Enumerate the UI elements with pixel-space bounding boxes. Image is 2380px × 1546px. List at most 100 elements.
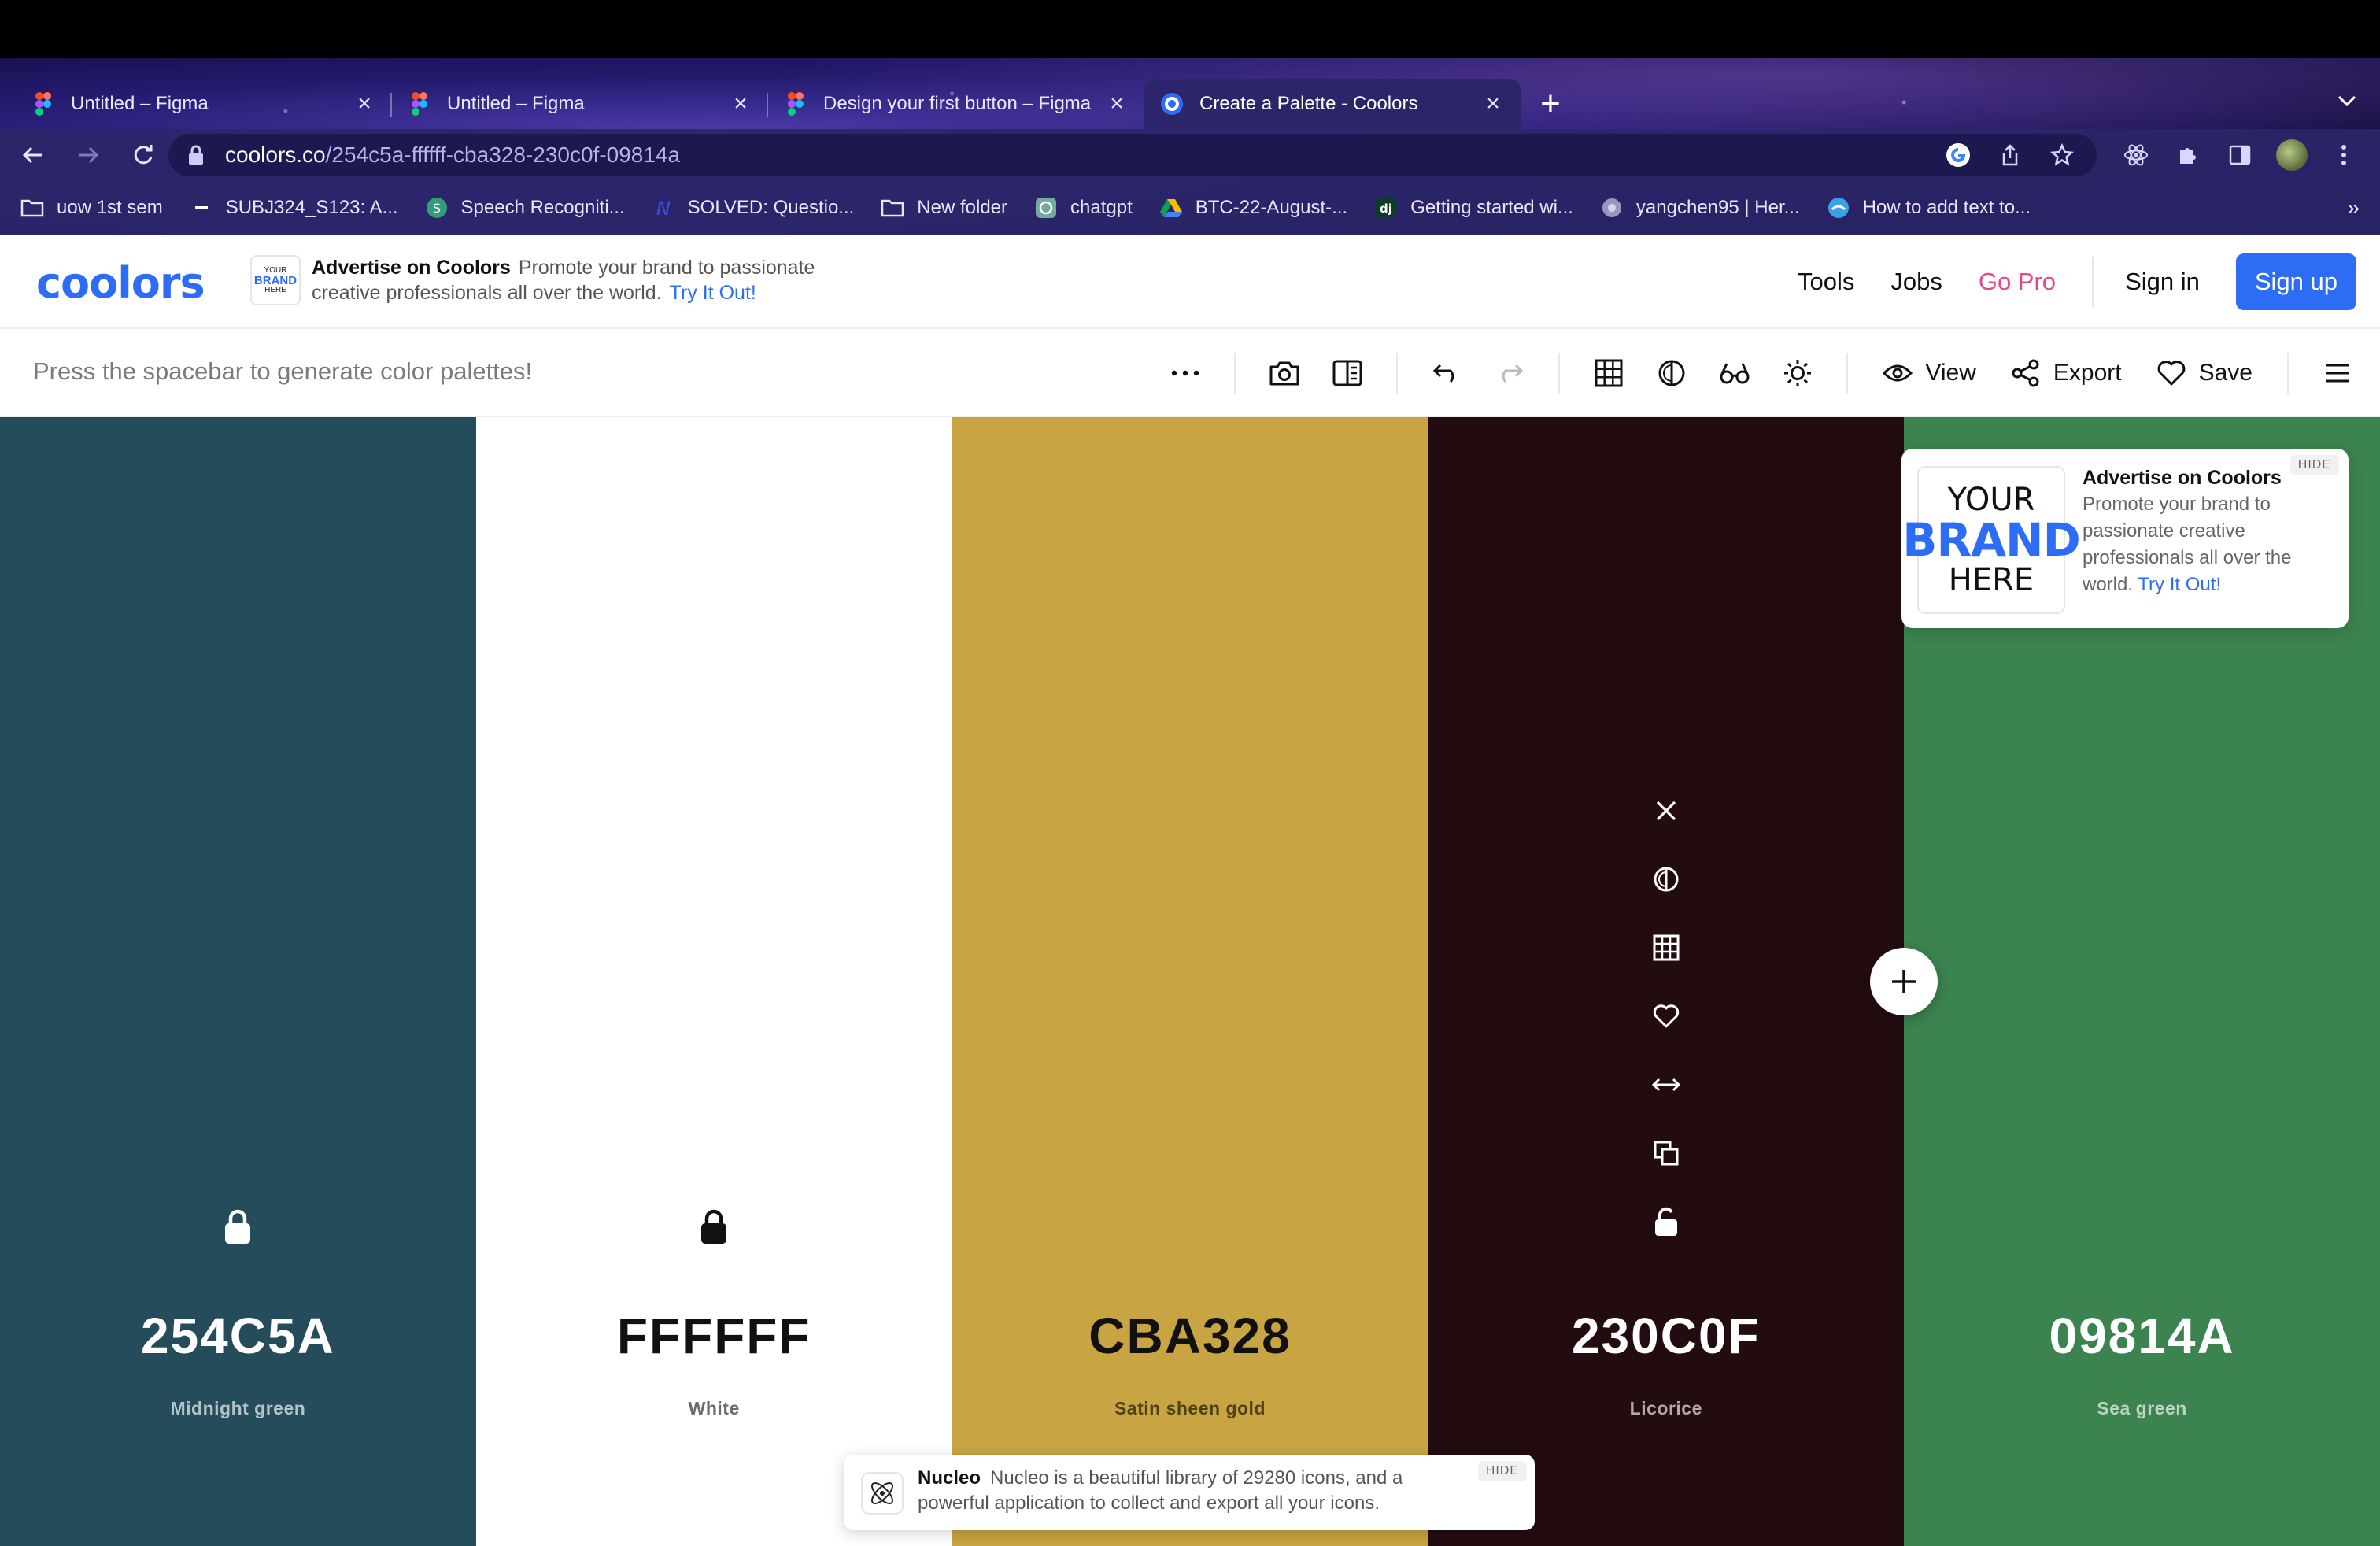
glasses-icon[interactable] — [1703, 342, 1766, 405]
view-button[interactable]: View — [1865, 342, 1993, 405]
site-header: coolors YOUR BRAND HERE Advertise on Coo… — [0, 235, 2380, 329]
coolors-logo[interactable]: coolors — [36, 258, 205, 308]
hide-ad-button[interactable]: HIDE — [1477, 1461, 1527, 1481]
lock-closed-icon[interactable] — [697, 1206, 731, 1247]
side-panel-icon[interactable] — [2224, 139, 2256, 171]
browser-tab-3[interactable]: Design your first button – Figma × — [768, 79, 1144, 129]
sign-in-link[interactable]: Sign in — [2125, 268, 2200, 296]
color-column-4-hovered[interactable]: 230C0F Licorice — [1428, 417, 1905, 1546]
address-bar-actions — [1944, 134, 2076, 176]
drive-icon — [1159, 196, 1183, 220]
puzzle-extensions-icon[interactable] — [2172, 139, 2204, 171]
redo-icon[interactable] — [1478, 342, 1541, 405]
lock-closed-icon[interactable] — [220, 1206, 255, 1247]
share-icon[interactable] — [1996, 141, 2024, 169]
bookmark-item[interactable]: S Speech Recogniti... — [425, 196, 625, 220]
save-label: Save — [2198, 360, 2252, 386]
contrast-icon[interactable] — [1640, 342, 1703, 405]
contrast-icon[interactable] — [1643, 856, 1690, 903]
bookmark-item[interactable]: BTC-22-August-... — [1159, 196, 1347, 220]
nav-tools[interactable]: Tools — [1798, 268, 1854, 296]
shades-grid-icon[interactable] — [1643, 924, 1690, 971]
copy-hex-icon[interactable] — [1643, 1130, 1690, 1177]
bookmark-item[interactable]: N SOLVED: Questio... — [652, 196, 855, 220]
bookmark-label: New folder — [917, 197, 1008, 218]
forward-arrow-icon[interactable] — [66, 133, 110, 177]
heart-icon[interactable] — [1643, 993, 1690, 1040]
ad-link[interactable]: Try It Out! — [670, 282, 756, 304]
tab-search-chevron-icon[interactable] — [2330, 83, 2364, 118]
color-column-1[interactable]: 254C5A Midnight green — [0, 417, 476, 1546]
bookmark-label: How to add text to... — [1862, 197, 2031, 218]
sign-up-button[interactable]: Sign up — [2235, 253, 2356, 310]
header-ad[interactable]: YOUR BRAND HERE Advertise on Coolors Prom… — [250, 255, 878, 305]
color-column-2[interactable]: FFFFFF White — [475, 417, 952, 1546]
bookmark-item[interactable]: How to add text to... — [1827, 196, 2031, 220]
undo-icon[interactable] — [1415, 342, 1478, 405]
add-color-button[interactable] — [1870, 948, 1938, 1015]
color-hex[interactable]: FFFFFF — [476, 1307, 952, 1365]
nav-jobs[interactable]: Jobs — [1890, 268, 1942, 296]
color-name[interactable]: Satin sheen gold — [952, 1398, 1428, 1419]
bookmark-item[interactable]: SUBJ324_S123: A... — [190, 196, 398, 220]
coolors-icon — [1160, 92, 1184, 116]
bookmark-item[interactable]: New folder — [881, 196, 1007, 220]
export-button[interactable]: Export — [1994, 342, 2139, 405]
bookmarks-overflow-button[interactable]: » — [2347, 195, 2360, 220]
grid-view-icon[interactable] — [1577, 342, 1640, 405]
color-name[interactable]: White — [476, 1398, 952, 1419]
color-column-3[interactable]: CBA328 Satin sheen gold — [952, 417, 1428, 1546]
tab-title: Untitled – Figma — [447, 93, 585, 114]
lock-open-icon[interactable] — [1643, 1198, 1690, 1245]
hamburger-menu-icon[interactable] — [2306, 342, 2369, 405]
more-options-icon[interactable] — [1154, 342, 1217, 405]
bookmark-star-icon[interactable] — [2048, 141, 2076, 169]
bookmark-label: chatgpt — [1070, 197, 1133, 218]
side-ad-title: Advertise on Coolors — [2082, 467, 2282, 489]
color-hex[interactable]: CBA328 — [952, 1307, 1428, 1365]
side-ad-link[interactable]: Try It Out! — [2138, 574, 2221, 595]
close-tab-icon[interactable]: × — [353, 91, 376, 117]
bookmark-item[interactable]: dj Getting started wi... — [1374, 196, 1573, 220]
camera-icon[interactable] — [1253, 342, 1316, 405]
split-view-icon[interactable] — [1316, 342, 1379, 405]
color-name[interactable]: Licorice — [1428, 1398, 1904, 1419]
browser-tab-1[interactable]: Untitled – Figma × — [16, 79, 392, 129]
new-tab-button[interactable]: + — [1528, 82, 1572, 126]
svg-text:dj: dj — [1380, 202, 1392, 216]
canvas-icon — [190, 196, 213, 220]
address-bar[interactable]: coolors.co/254c5a-ffffff-cba328-230c0f-0… — [168, 134, 2097, 176]
browser-menu-kebab-icon[interactable] — [2328, 139, 2360, 171]
close-tab-icon[interactable]: × — [1481, 91, 1505, 117]
side-ad-card[interactable]: HIDE YOUR BRAND HERE Advertise on Coolor… — [1901, 449, 2349, 628]
browser-tab-2[interactable]: Untitled – Figma × — [392, 79, 768, 129]
browser-tab-active[interactable]: Create a Palette - Coolors × — [1144, 79, 1521, 129]
ad-thumbnail: YOUR BRAND HERE — [250, 255, 301, 305]
nucleo-ad[interactable]: Nucleo Nucleo is a beautiful library of 2… — [844, 1455, 1535, 1530]
remove-color-x-icon[interactable] — [1643, 787, 1690, 834]
close-tab-icon[interactable]: × — [729, 91, 752, 117]
drag-horizontal-arrows-icon[interactable] — [1643, 1061, 1690, 1108]
google-icon[interactable] — [1944, 141, 1972, 169]
nav-go-pro[interactable]: Go Pro — [1979, 268, 2056, 296]
back-arrow-icon[interactable] — [11, 133, 55, 177]
figma-icon — [31, 92, 55, 116]
color-hex[interactable]: 254C5A — [0, 1307, 476, 1365]
bookmark-item[interactable]: chatgpt — [1034, 196, 1133, 220]
brightness-icon[interactable] — [1766, 342, 1829, 405]
save-button[interactable]: Save — [2139, 342, 2270, 405]
color-hex[interactable]: 230C0F — [1428, 1307, 1904, 1365]
bookmark-item[interactable]: yangchen95 | Her... — [1600, 196, 1800, 220]
profile-avatar[interactable] — [2276, 139, 2308, 171]
color-hex[interactable]: 09814A — [1904, 1307, 2380, 1365]
nav-divider — [2092, 257, 2094, 307]
reload-icon[interactable] — [121, 133, 165, 177]
close-tab-icon[interactable]: × — [1105, 91, 1129, 117]
ad-thumb-your: YOUR — [264, 265, 287, 275]
color-name[interactable]: Sea green — [1904, 1398, 2380, 1419]
url-path: /254c5a-ffffff-cba328-230c0f-09814a — [325, 142, 681, 167]
color-name[interactable]: Midnight green — [0, 1398, 476, 1419]
react-devtools-icon[interactable] — [2120, 139, 2152, 171]
bookmark-item[interactable]: uow 1st sem — [20, 196, 163, 220]
toolbar-actions: View Export Save — [1154, 329, 2380, 417]
